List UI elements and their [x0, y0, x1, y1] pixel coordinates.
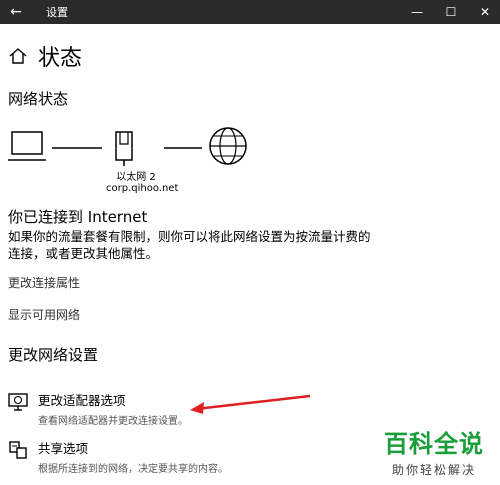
computer-icon [8, 131, 46, 161]
watermark-logo: 百科全说 助你轻松解决 [374, 424, 494, 478]
back-button[interactable]: ← [0, 0, 32, 24]
home-icon[interactable] [8, 46, 28, 66]
maximize-icon: ☐ [445, 5, 457, 19]
sharing-icon [9, 441, 27, 459]
change-adapter-options[interactable]: 更改适配器选项 查看网络适配器并更改连接设置。 [8, 390, 188, 427]
watermark-main: 百科全说 [384, 430, 484, 458]
globe-icon [209, 127, 247, 165]
adapter-icon [8, 393, 28, 411]
sharing-options-title: 共享选项 [38, 441, 89, 456]
connection-status-title: 你已连接到 Internet [8, 208, 148, 226]
minimize-icon: — [411, 5, 423, 19]
maximize-button[interactable]: ☐ [438, 0, 464, 24]
minimize-button[interactable]: — [404, 0, 430, 24]
title-bar: ← 设置 — ☐ ✕ [0, 0, 500, 24]
network-status-heading: 网络状态 [8, 90, 69, 108]
adapter-options-title: 更改适配器选项 [38, 393, 126, 408]
sharing-options-description: 根据所连接到的网络，决定要共享的内容。 [38, 464, 228, 475]
page-title: 状态 [38, 46, 83, 71]
close-icon: ✕ [479, 5, 491, 19]
watermark-sub: 助你轻松解决 [391, 463, 476, 477]
network-domain: corp.qihoo.net [106, 183, 179, 194]
page-header: 状态 [8, 40, 82, 72]
show-available-networks-link[interactable]: 显示可用网络 [8, 306, 80, 323]
adapter-name: 以太网 2 [116, 172, 156, 183]
back-arrow-icon: ← [10, 4, 22, 20]
window-title: 设置 [46, 6, 68, 19]
adapter-options-description: 查看网络适配器并更改连接设置。 [38, 416, 188, 427]
connection-status-description: 如果你的流量套餐有限制，则你可以将此网络设置为按流量计费的连接，或者更改其他属性… [8, 229, 371, 261]
change-network-settings-heading: 更改网络设置 [8, 346, 99, 364]
close-button[interactable]: ✕ [472, 0, 498, 24]
change-connection-properties-link[interactable]: 更改连接属性 [8, 274, 80, 291]
ethernet-icon [115, 131, 133, 166]
adapter-label: 以太网 2 corp.qihoo.net [106, 168, 179, 194]
sharing-options[interactable]: 共享选项 根据所连接到的网络，决定要共享的内容。 [8, 438, 228, 475]
